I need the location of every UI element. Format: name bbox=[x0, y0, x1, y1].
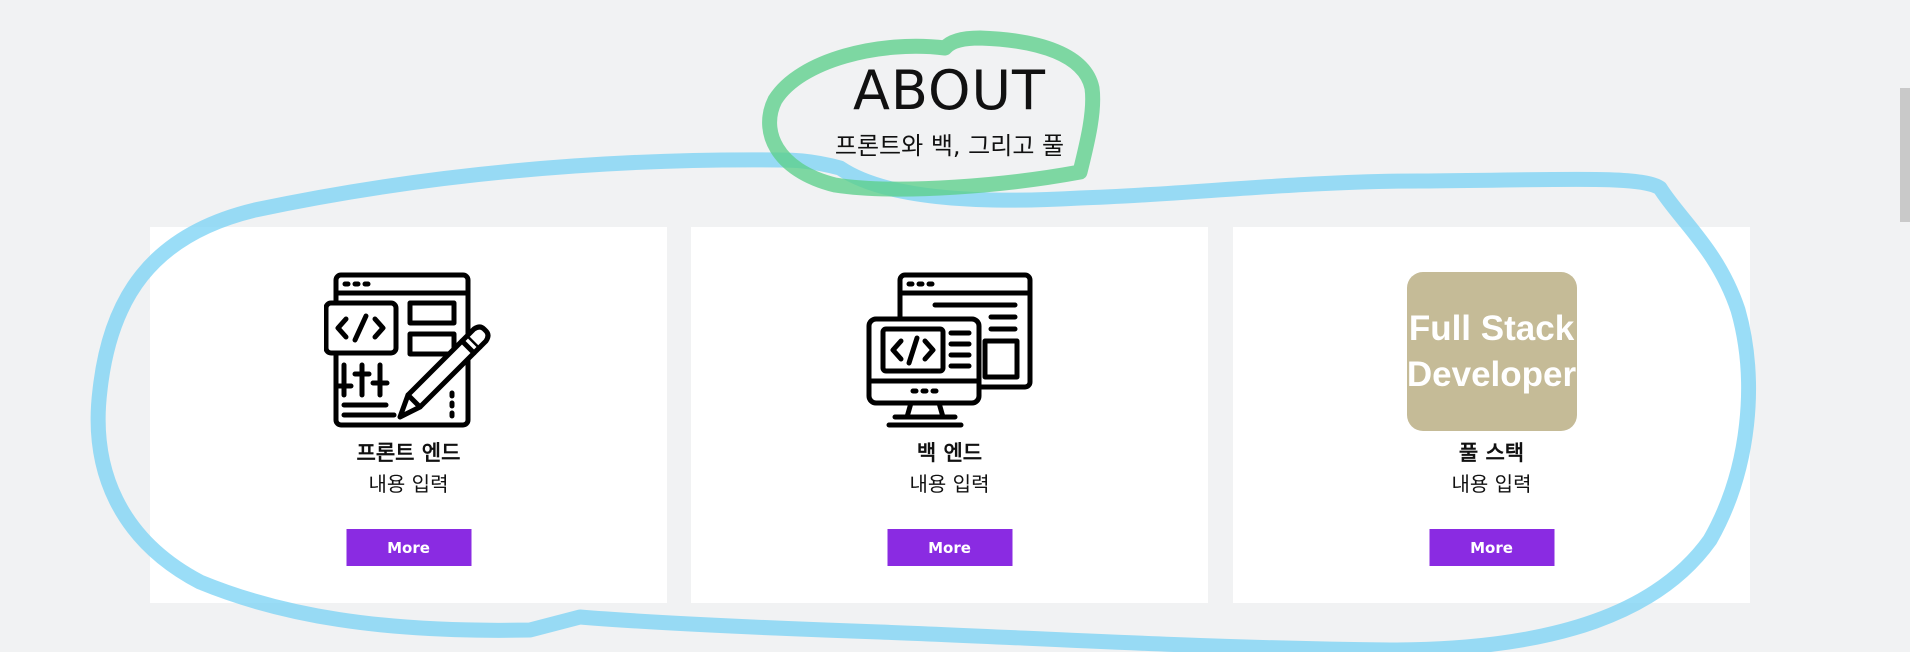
card-backend: 백 엔드 내용 입력 More bbox=[691, 227, 1208, 603]
full-stack-developer-badge: Full Stack Developer bbox=[1406, 272, 1577, 431]
card-fullstack: Full Stack Developer 풀 스택 내용 입력 More bbox=[1233, 227, 1750, 603]
page: ABOUT 프론트와 백, 그리고 풀 프론트 엔드 내용 입력 More 백 … bbox=[0, 0, 1910, 652]
badge-line-1: Full Stack bbox=[1408, 309, 1575, 348]
card-title: 풀 스택 bbox=[1458, 441, 1525, 465]
more-button[interactable]: More bbox=[346, 529, 471, 566]
more-button[interactable]: More bbox=[1429, 529, 1554, 566]
card-title: 백 엔드 bbox=[916, 441, 983, 465]
card-text: 내용 입력 bbox=[909, 472, 990, 496]
section-title: ABOUT bbox=[852, 59, 1047, 122]
badge-line-2: Developer bbox=[1406, 355, 1577, 394]
section-subtitle: 프론트와 백, 그리고 풀 bbox=[834, 132, 1065, 160]
card-title: 프론트 엔드 bbox=[356, 441, 461, 465]
more-button[interactable]: More bbox=[887, 529, 1012, 566]
card-text: 내용 입력 bbox=[1451, 472, 1532, 496]
card-text: 내용 입력 bbox=[368, 472, 449, 496]
scrollbar-thumb[interactable] bbox=[1900, 88, 1910, 222]
backend-computer-code-icon bbox=[866, 272, 1032, 428]
frontend-design-icon bbox=[323, 272, 490, 428]
card-frontend: 프론트 엔드 내용 입력 More bbox=[150, 227, 667, 603]
